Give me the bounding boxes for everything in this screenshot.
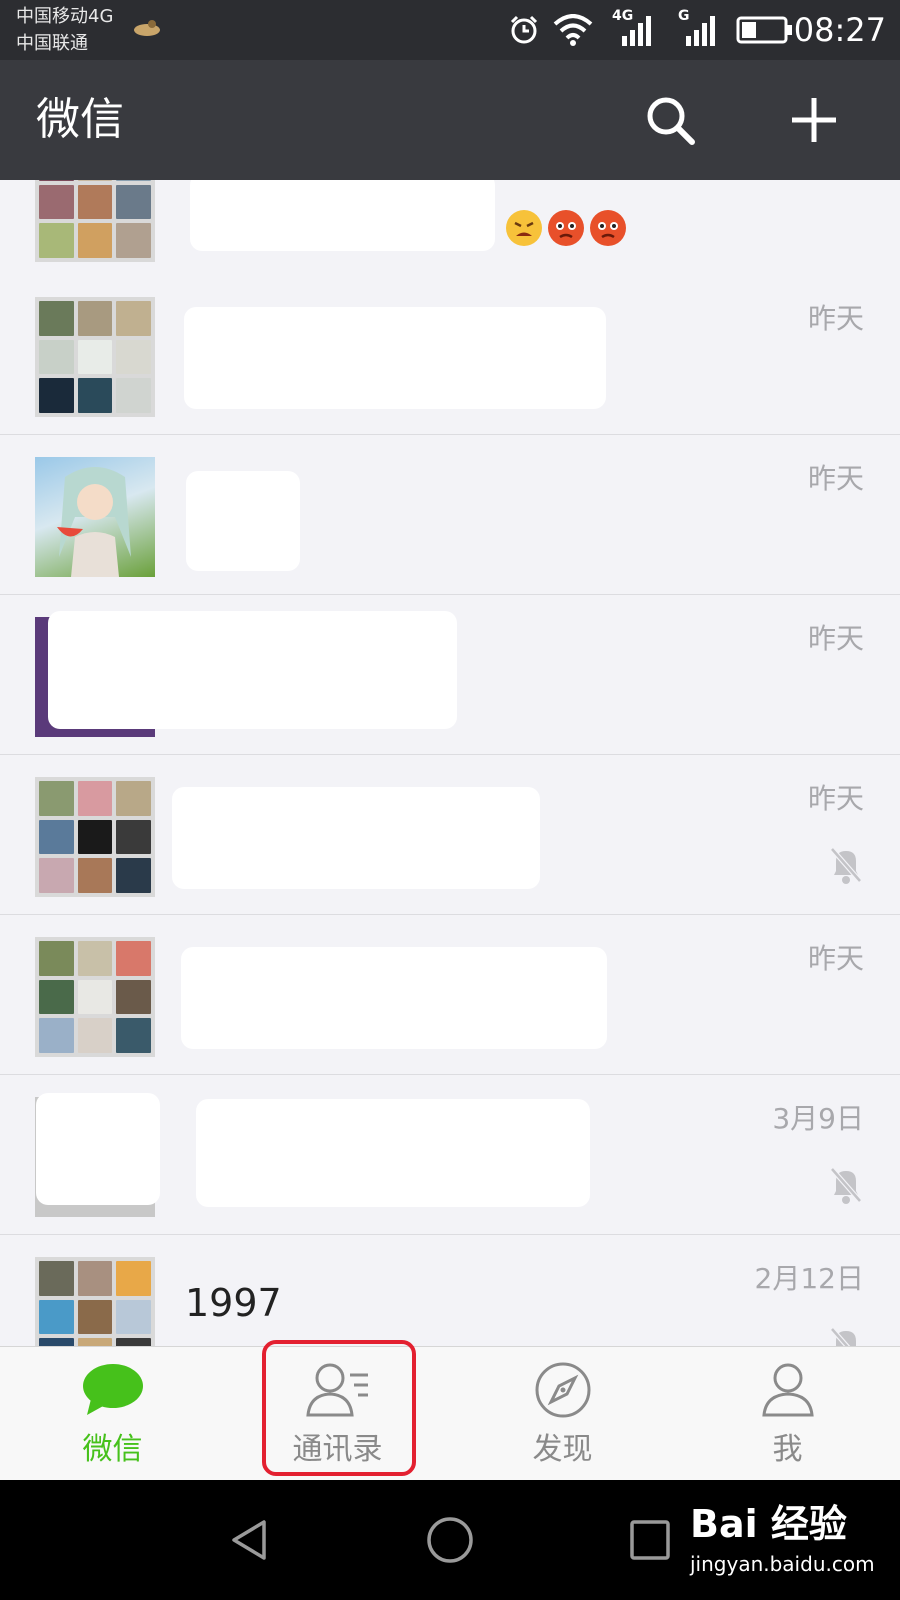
highlight-annotation — [262, 1340, 416, 1476]
group-avatar — [35, 1257, 155, 1346]
chat-time: 昨天 — [807, 942, 864, 975]
redacted-content — [186, 471, 300, 571]
chat-item[interactable]: 昨天 — [0, 595, 900, 755]
mute-bell-icon — [830, 847, 862, 884]
person-icon — [761, 1363, 814, 1417]
carrier-label-2: 中国联通 — [16, 33, 88, 54]
system-nav-bar: Bai 经验 jingyan.baidu.com — [0, 1480, 900, 1600]
signal-icon-1 — [622, 16, 651, 46]
angry-face-icon — [548, 210, 584, 246]
search-icon — [647, 97, 695, 145]
avatar — [35, 457, 155, 577]
tired-face-icon — [506, 210, 542, 246]
tab-discover[interactable]: 发现 — [450, 1347, 675, 1481]
redacted-content — [190, 180, 495, 251]
baidu-watermark: Bai 经验 jingyan.baidu.com — [690, 1500, 890, 1590]
chat-time: 3月9日 — [772, 1102, 864, 1135]
bottom-tab-bar: 微信 通讯录 发现 我 — [0, 1346, 900, 1480]
anime-avatar-image — [57, 467, 131, 577]
mute-bell-icon — [830, 1167, 862, 1204]
chat-item[interactable]: 1997 2月12日 — [0, 1235, 900, 1346]
watermark-url: jingyan.baidu.com — [690, 1552, 875, 1576]
recents-square-icon — [630, 1520, 670, 1560]
home-circle-icon — [427, 1517, 473, 1563]
app-bar: 微信 — [0, 60, 900, 180]
redacted-content — [184, 307, 606, 409]
group-avatar — [35, 180, 155, 262]
back-button[interactable] — [218, 1508, 282, 1572]
group-avatar — [35, 937, 155, 1057]
chat-item[interactable]: 昨天 — [0, 755, 900, 915]
chat-item[interactable]: 昨天 — [0, 275, 900, 435]
tab-chats[interactable]: 微信 — [0, 1347, 225, 1481]
alarm-icon — [510, 15, 538, 44]
redacted-content — [196, 1099, 590, 1207]
carrier-label-1: 中国移动4G — [16, 6, 114, 27]
wifi-icon — [553, 14, 593, 46]
plus-icon — [792, 98, 836, 142]
compass-icon — [535, 1362, 590, 1418]
emoji-group — [505, 209, 627, 247]
chat-bubble-icon — [82, 1364, 143, 1415]
recents-button[interactable] — [618, 1508, 682, 1572]
redacted-content — [172, 787, 540, 889]
redacted-content — [36, 1093, 160, 1205]
chat-time: 昨天 — [807, 302, 864, 335]
status-clock: 08:27 — [793, 11, 886, 49]
watermark-brand: Bai 经验 — [690, 1502, 847, 1546]
group-avatar — [35, 297, 155, 417]
angry-face-icon — [590, 210, 626, 246]
add-button[interactable] — [782, 88, 846, 152]
chat-time: 2月12日 — [754, 1262, 864, 1295]
chat-item[interactable]: 3月9日 — [0, 1075, 900, 1235]
redacted-content — [181, 947, 607, 1049]
group-avatar — [35, 777, 155, 897]
tab-label: 微信 — [82, 1432, 143, 1467]
redacted-content — [48, 611, 457, 729]
app-title: 微信 — [36, 94, 124, 145]
home-button[interactable] — [418, 1508, 482, 1572]
chat-item[interactable]: 昨天 — [0, 435, 900, 595]
notification-icon — [134, 20, 160, 36]
battery-icon — [736, 16, 792, 44]
chat-time: 昨天 — [807, 782, 864, 815]
back-triangle-icon — [232, 1520, 266, 1560]
chat-name: 1997 — [185, 1281, 282, 1325]
tab-label: 我 — [772, 1432, 803, 1467]
mute-bell-icon — [830, 1327, 856, 1346]
search-button[interactable] — [638, 88, 702, 152]
chat-item[interactable] — [0, 180, 900, 280]
status-bar: 中国移动4G 中国联通 4G G 08:27 — [0, 0, 900, 60]
tab-label: 发现 — [532, 1432, 593, 1467]
chat-item[interactable]: 昨天 — [0, 915, 900, 1075]
signal-icon-2 — [686, 16, 715, 46]
chat-list: 昨天 昨天 昨天 昨天 昨天 3月9日 1997 2月12日 — [0, 180, 900, 1346]
chat-time: 昨天 — [807, 622, 864, 655]
chat-time: 昨天 — [807, 462, 864, 495]
tab-me[interactable]: 我 — [675, 1347, 900, 1481]
